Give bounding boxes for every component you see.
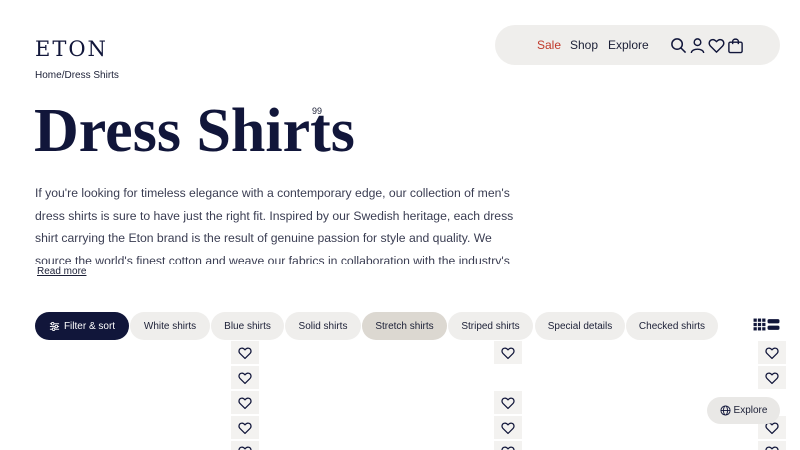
wishlist-button[interactable] [494, 416, 522, 439]
wishlist-button[interactable] [758, 441, 786, 450]
chip-striped-shirts[interactable]: Striped shirts [448, 312, 533, 340]
chip-special-details[interactable]: Special details [535, 312, 625, 340]
heart-icon [238, 446, 252, 450]
read-more-link[interactable]: Read more [37, 266, 86, 277]
product-count: 99 [312, 106, 323, 116]
heart-icon [765, 446, 779, 450]
search-icon[interactable] [670, 37, 687, 54]
chip-stretch-shirts[interactable]: Stretch shirts [362, 312, 447, 340]
wishlist-button[interactable] [758, 366, 786, 389]
wishlist-button[interactable] [231, 366, 259, 389]
chip-blue-shirts[interactable]: Blue shirts [211, 312, 284, 340]
globe-icon [720, 405, 731, 416]
wishlist-button[interactable] [231, 416, 259, 439]
heart-icon [501, 422, 515, 434]
heart-icon [238, 347, 252, 359]
wishlist-button[interactable] [231, 391, 259, 414]
nav-explore[interactable]: Explore [608, 38, 649, 52]
category-description: If you're looking for timeless elegance … [35, 186, 514, 264]
heart-icon [238, 372, 252, 384]
wishlist-button[interactable] [494, 341, 522, 364]
wishlist-button[interactable] [231, 441, 259, 450]
chip-checked-shirts[interactable]: Checked shirts [626, 312, 718, 340]
list-icon[interactable] [767, 318, 780, 331]
chip-white-shirts[interactable]: White shirts [130, 312, 210, 340]
filter-sort-label: Filter & sort [63, 320, 116, 332]
nav-shop[interactable]: Shop [570, 38, 598, 52]
breadcrumb-current: Dress Shirts [64, 70, 119, 81]
wishlist-button[interactable] [758, 341, 786, 364]
explore-floating-label: Explore [733, 405, 768, 416]
nav-sale[interactable]: Sale [537, 38, 561, 52]
sliders-icon [49, 321, 60, 331]
heart-icon [501, 446, 515, 450]
page-title: Dress Shirts [34, 97, 355, 165]
explore-floating-button[interactable]: Explore [707, 397, 780, 424]
breadcrumb-home[interactable]: Home [35, 70, 62, 81]
wishlist-button[interactable] [494, 391, 522, 414]
top-navigation: Sale Shop Explore [495, 25, 780, 65]
breadcrumb: Home/Dress Shirts [35, 70, 119, 81]
heart-icon [501, 397, 515, 409]
heart-icon [501, 347, 515, 359]
user-icon[interactable] [689, 37, 706, 54]
heart-icon[interactable] [708, 37, 725, 54]
heart-icon [765, 372, 779, 384]
wishlist-button[interactable] [231, 341, 259, 364]
heart-icon [238, 397, 252, 409]
grid-icon[interactable] [753, 318, 766, 331]
bag-icon[interactable] [727, 37, 744, 54]
heart-icon [765, 347, 779, 359]
eton-logo[interactable]: ETON [35, 37, 108, 61]
wishlist-button[interactable] [494, 441, 522, 450]
chip-solid-shirts[interactable]: Solid shirts [285, 312, 361, 340]
filter-sort-button[interactable]: Filter & sort [35, 312, 129, 340]
heart-icon [238, 422, 252, 434]
